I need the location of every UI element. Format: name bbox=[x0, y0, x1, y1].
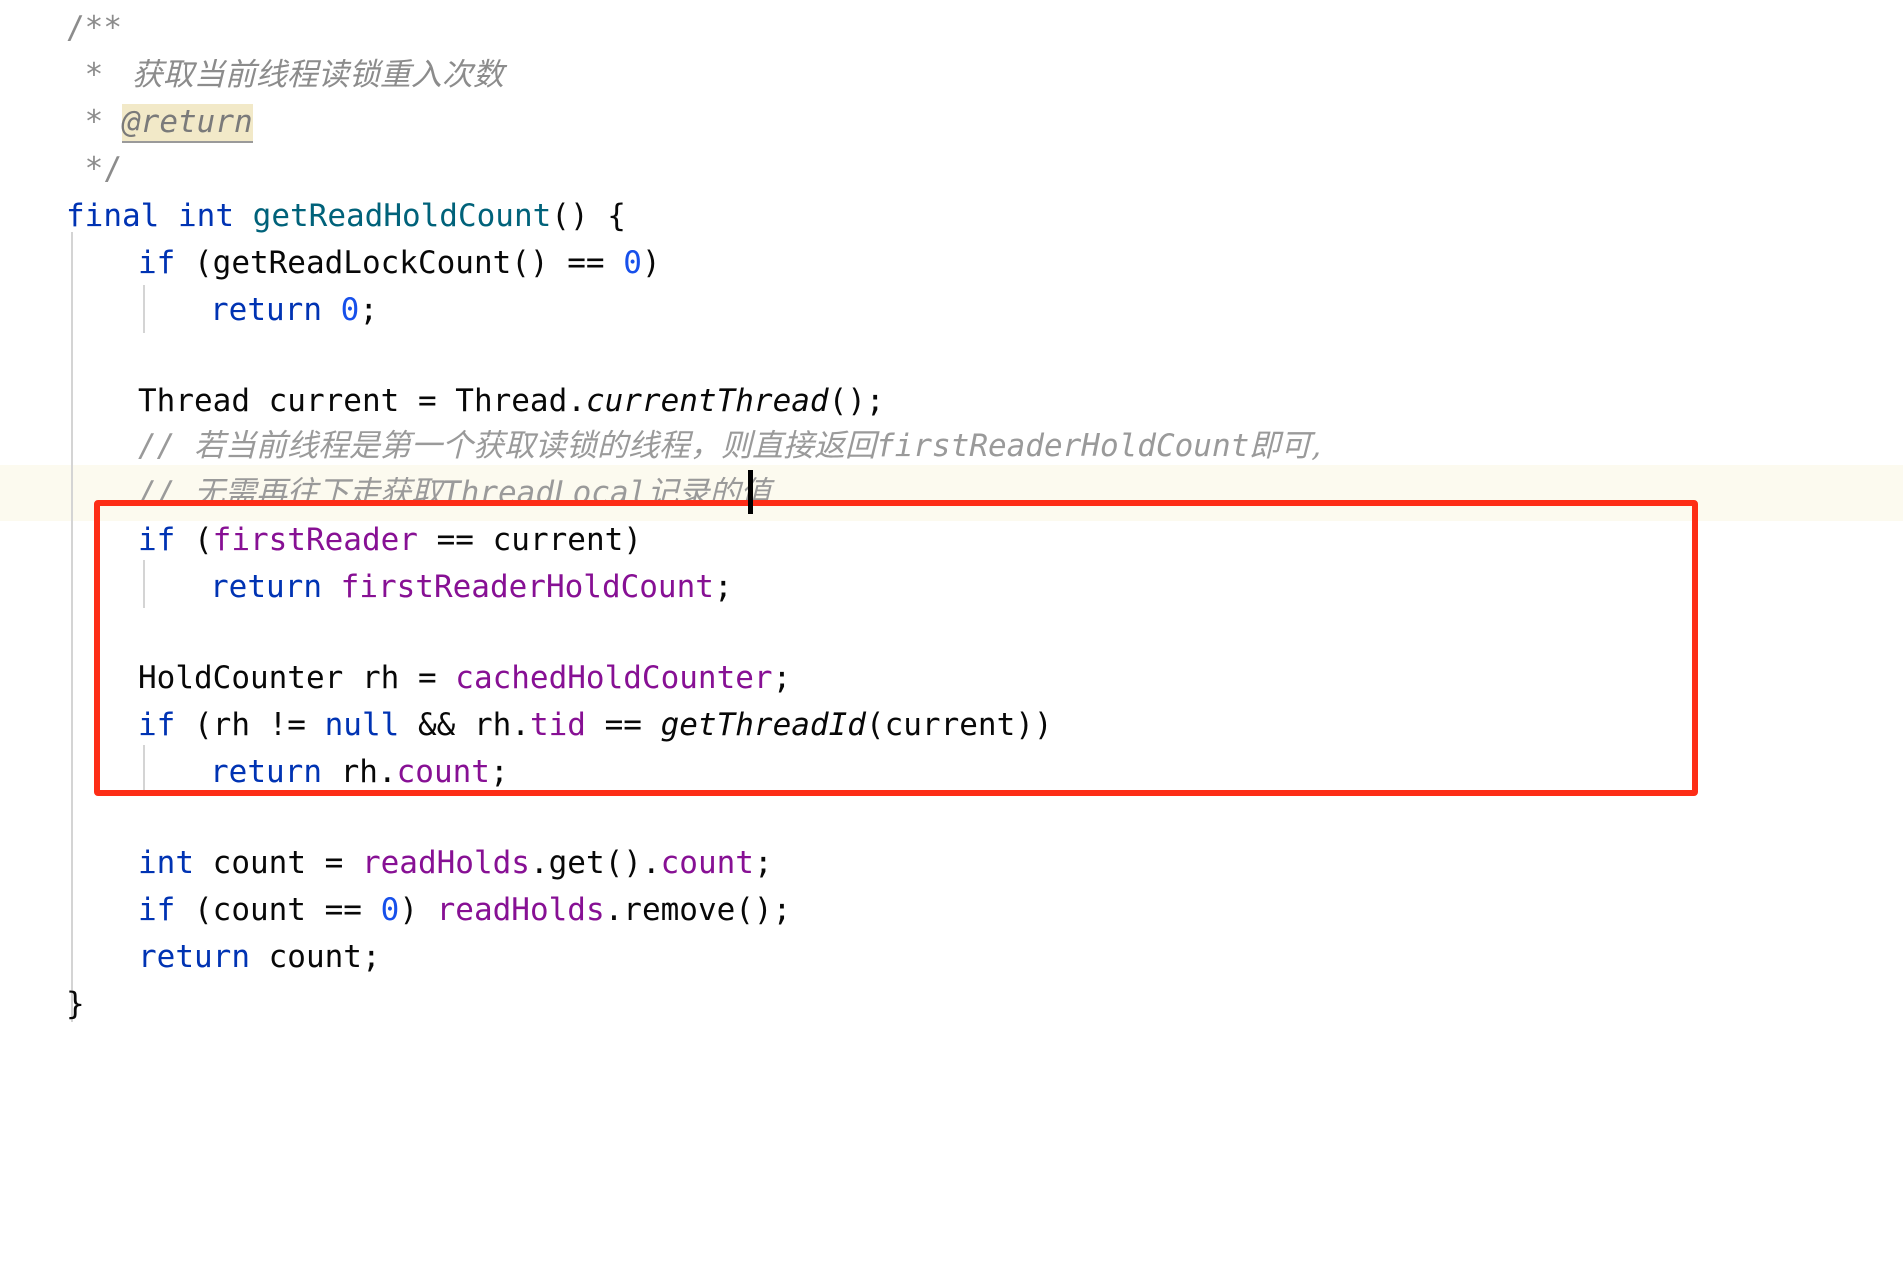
token-open-paren: ( bbox=[175, 522, 213, 558]
token-rh-check: (rh != bbox=[175, 707, 325, 743]
token-keyword-int: int bbox=[138, 845, 194, 881]
token-keyword-null: null bbox=[324, 707, 400, 743]
token-javadoc-summary: 获取当前线程读锁重入次数 bbox=[122, 57, 504, 93]
token-current-arg: (current)) bbox=[865, 707, 1053, 743]
token-keyword-return: return bbox=[210, 569, 322, 605]
token-comment-identifier: firstReaderHoldCount bbox=[876, 428, 1250, 464]
token-keyword-if: if bbox=[138, 522, 176, 558]
code-line[interactable]: return firstReaderHoldCount; bbox=[0, 564, 1903, 611]
code-line[interactable]: Thread current = Thread.currentThread(); bbox=[0, 378, 1903, 425]
code-line[interactable]: * 获取当前线程读锁重入次数 bbox=[0, 52, 1903, 99]
code-line[interactable]: // 若当前线程是第一个获取读锁的线程，则直接返回firstReaderHold… bbox=[0, 423, 1903, 470]
token-method-name[interactable]: getReadHoldCount bbox=[253, 198, 552, 234]
token-semicolon: ; bbox=[753, 845, 773, 881]
text-caret bbox=[748, 470, 753, 514]
token-comment-slashes: // bbox=[138, 475, 194, 511]
code-line[interactable]: final int getReadHoldCount() { bbox=[0, 193, 1903, 240]
token-current-thread-call[interactable]: currentThread bbox=[586, 383, 829, 419]
code-line[interactable]: // 无需再往下走获取ThreadLocal记录的值 bbox=[0, 470, 1903, 517]
token-field-read-holds[interactable]: readHolds bbox=[362, 845, 530, 881]
token-thread-decl: Thread current = Thread. bbox=[138, 383, 586, 419]
token-equals: == bbox=[585, 707, 661, 743]
token-semicolon: ; bbox=[772, 660, 792, 696]
token-number-zero: 0 bbox=[340, 292, 360, 328]
token-open-brace: () { bbox=[551, 198, 626, 234]
token-count-assign: count = bbox=[194, 845, 362, 881]
token-comment-identifier: ThreadLocal bbox=[442, 475, 648, 511]
token-hold-counter-decl: HoldCounter rh = bbox=[138, 660, 456, 696]
code-line[interactable]: if (rh != null && rh.tid == getThreadId(… bbox=[0, 702, 1903, 749]
code-editor[interactable]: /** * 获取当前线程读锁重入次数 * @return */ final in… bbox=[0, 0, 1903, 1271]
token-field-read-holds[interactable]: readHolds bbox=[437, 892, 605, 928]
token-close-paren: ) bbox=[399, 892, 437, 928]
token-semicolon: ; bbox=[489, 754, 509, 790]
token-field-first-reader-hold-count[interactable]: firstReaderHoldCount bbox=[341, 569, 714, 605]
code-line[interactable]: if (count == 0) readHolds.remove(); bbox=[0, 887, 1903, 934]
code-line[interactable]: return count; bbox=[0, 934, 1903, 981]
code-line[interactable]: } bbox=[0, 981, 1903, 1028]
token-field-tid[interactable]: tid bbox=[530, 707, 586, 743]
token-keyword-if: if bbox=[138, 707, 176, 743]
code-line[interactable]: if (firstReader == current) bbox=[0, 517, 1903, 564]
code-line[interactable]: return 0; bbox=[0, 287, 1903, 334]
token-comment-cn: 即可, bbox=[1249, 428, 1322, 464]
token-count-check: (count == bbox=[175, 892, 381, 928]
code-line[interactable]: return rh.count; bbox=[0, 749, 1903, 796]
token-field-first-reader[interactable]: firstReader bbox=[213, 522, 418, 558]
token-get-thread-id-call[interactable]: getThreadId bbox=[661, 707, 866, 743]
token-comment-slashes: // bbox=[138, 428, 194, 464]
token-keyword-return: return bbox=[210, 754, 322, 790]
code-line[interactable]: * @return bbox=[0, 99, 1903, 146]
code-line[interactable]: */ bbox=[0, 146, 1903, 193]
token-number-zero: 0 bbox=[380, 892, 400, 928]
token-javadoc-star: * bbox=[66, 104, 122, 140]
token-keyword-if: if bbox=[138, 245, 176, 281]
token-number-zero: 0 bbox=[623, 245, 642, 281]
token-javadoc-star: * bbox=[66, 57, 122, 93]
token-call-parens: (); bbox=[828, 383, 885, 419]
token-keyword-if: if bbox=[138, 892, 176, 928]
token-comment-cn: 无需再往下走获取 bbox=[194, 475, 442, 511]
token-javadoc-open: /** bbox=[66, 10, 122, 46]
code-line[interactable]: if (getReadLockCount() == 0) bbox=[0, 240, 1903, 287]
token-field-cached-hold-counter[interactable]: cachedHoldCounter bbox=[455, 660, 772, 696]
token-comment-cn: 若当前线程是第一个获取读锁的线程，则直接返回 bbox=[194, 428, 876, 464]
token-close-paren: ) bbox=[641, 245, 661, 281]
token-and-rh: && rh. bbox=[399, 707, 530, 743]
code-line[interactable]: int count = readHolds.get().count; bbox=[0, 840, 1903, 887]
javadoc-return-tag[interactable]: @return bbox=[122, 104, 253, 143]
token-keyword-final: final bbox=[66, 198, 160, 234]
code-line[interactable]: HoldCounter rh = cachedHoldCounter; bbox=[0, 655, 1903, 702]
token-semicolon: ; bbox=[713, 569, 733, 605]
token-rh-dot: rh. bbox=[321, 754, 397, 790]
token-get-call: .get(). bbox=[529, 845, 661, 881]
token-keyword-int: int bbox=[178, 198, 234, 234]
token-field-count[interactable]: count bbox=[397, 754, 490, 790]
code-line[interactable]: /** bbox=[0, 5, 1903, 52]
token-keyword-return: return bbox=[138, 939, 250, 975]
token-keyword-return: return bbox=[210, 292, 322, 328]
token-javadoc-close: */ bbox=[66, 151, 122, 187]
token-field-count[interactable]: count bbox=[661, 845, 754, 881]
token-count-var: count; bbox=[249, 939, 381, 975]
token-close-brace: } bbox=[66, 986, 85, 1022]
token-condition: (getReadLockCount() == bbox=[175, 245, 624, 281]
token-remove-call: .remove(); bbox=[604, 892, 792, 928]
token-semicolon: ; bbox=[359, 292, 378, 328]
token-eq-current: == current) bbox=[417, 522, 642, 558]
